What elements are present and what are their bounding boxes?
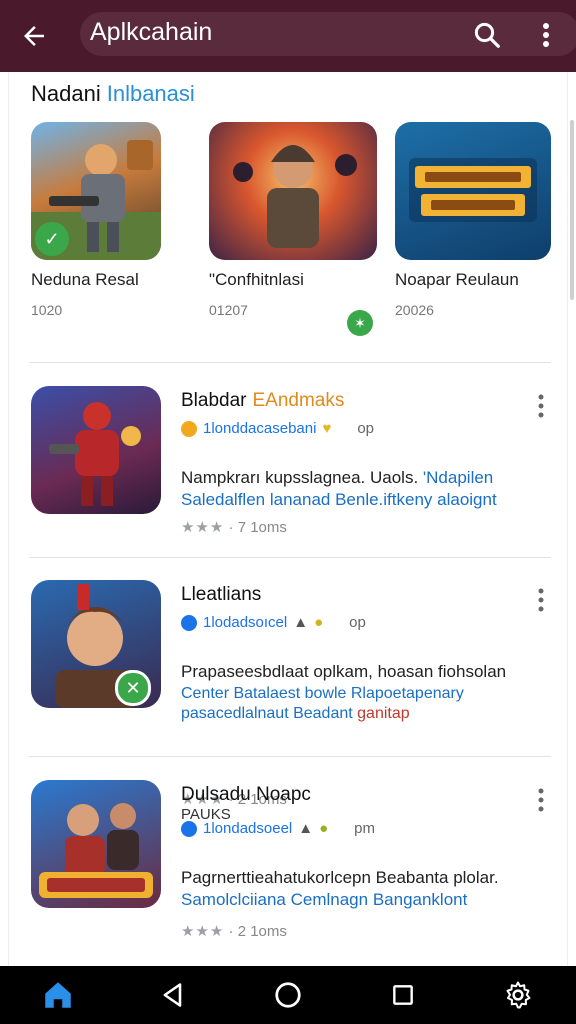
list-item[interactable]: Dulsadu Noapc PAUKS 1londadsoeel ▲ ● pm … (31, 780, 551, 940)
developer-line: 1londadsoeel ▲ ● pm (181, 820, 375, 837)
recents-nav-button[interactable] (379, 971, 427, 1019)
item-tag: pm (354, 820, 376, 837)
item-title-text: Lleatlians (181, 584, 262, 605)
list-item[interactable]: Blabdar EAndmaks 1londdacasebani ♥ op Nam… (31, 386, 551, 536)
featured-thumbnail: ✓ (31, 122, 161, 260)
developer-line: 1londdacasebani ♥ op (181, 420, 374, 437)
more-vertical-icon (538, 394, 544, 418)
developer-name[interactable]: 1londdacasebani (203, 420, 316, 437)
item-title-text: Dulsadu Noapc (181, 784, 311, 805)
overflow-menu-button[interactable] (530, 14, 562, 56)
featured-card[interactable]: Noapar Reulaun 20026 (395, 122, 551, 318)
desc-text: Nampkrarı kupsslagnea. Uaols. (181, 468, 419, 487)
featured-title-text: Nadani (31, 81, 101, 106)
item-description-line2: Center Batalaest bowle Rlapoetapenary pa… (181, 684, 521, 724)
app-icon (31, 386, 161, 514)
back-button[interactable] (12, 14, 56, 58)
settings-nav-button[interactable] (494, 971, 542, 1019)
row-divider (29, 756, 551, 757)
featured-thumbnail (395, 122, 551, 260)
app-icon (31, 780, 161, 908)
developer-name[interactable]: 1londadsoeel (203, 820, 292, 837)
featured-meta: 01207 (209, 302, 248, 318)
featured-card[interactable]: "Confhitnlasi ✶ 01207 (209, 122, 377, 336)
home-nav-button[interactable] (264, 971, 312, 1019)
item-menu-button[interactable] (531, 584, 551, 616)
desc-link[interactable]: 'Ndapilen (423, 468, 493, 487)
stars-icon: ★★★ (181, 519, 225, 536)
back-nav-button[interactable] (149, 971, 197, 1019)
verified-badge-icon (181, 820, 197, 837)
item-description-line1: Prapaseesbdlaat oplkam, hoasan fiohsolan (181, 662, 507, 681)
home-button[interactable] (34, 971, 82, 1019)
featured-card[interactable]: ✓ Neduna Resal 1020 (31, 122, 187, 318)
game-art-image (39, 803, 153, 898)
game-logo-image (409, 158, 537, 222)
search-button[interactable] (466, 14, 508, 56)
item-description-line2: Saledalflen lananad Benle.iftkeny alaoig… (181, 490, 497, 509)
gear-icon (506, 981, 531, 1009)
desc-highlight: ganitap (357, 705, 410, 722)
search-icon (474, 22, 500, 48)
item-title: Lleatlians (181, 584, 261, 606)
top-app-bar: Aplkcahain (0, 0, 576, 72)
item-title: Blabdar EAndmaks (181, 390, 344, 412)
check-badge-icon: ✓ (35, 222, 69, 256)
featured-name: Noapar Reulaun (395, 270, 519, 289)
item-menu-button[interactable] (531, 784, 551, 816)
item-tag: op (349, 614, 366, 631)
trophy-icon: ● (319, 820, 329, 837)
featured-thumbnail (209, 122, 377, 260)
featured-section-title: Nadani Inlbanasi (31, 81, 195, 107)
verified-badge-icon (181, 614, 197, 631)
featured-title-accent: Inlbanasi (106, 81, 195, 106)
item-title-text: Blabdar (181, 390, 247, 411)
item-title: Dulsadu Noapc (181, 784, 311, 806)
circle-home-icon (275, 982, 301, 1008)
featured-meta: 1020 (31, 302, 63, 318)
system-nav-bar (0, 966, 576, 1024)
item-title-accent: EAndmaks (252, 390, 345, 411)
more-vertical-icon (538, 588, 544, 612)
trophy-icon: ● (314, 614, 324, 631)
rating-text: 7 1oms (237, 519, 287, 536)
developer-badge-icon (181, 420, 197, 437)
scrollbar[interactable] (570, 120, 574, 300)
square-recents-icon (393, 985, 414, 1005)
stars-icon: ★★★ (181, 923, 225, 940)
gamepad-badge-icon: ✕ (115, 670, 151, 706)
game-art-image (49, 402, 141, 506)
triangle-back-icon (163, 983, 182, 1007)
item-menu-button[interactable] (531, 390, 551, 422)
item-description-line2: Samolclciiana Cemlnagn Banganklont (181, 890, 468, 909)
rating: ★★★ · 2 1oms (181, 923, 287, 940)
heart-icon: ♥ (322, 420, 332, 437)
section-divider (29, 362, 551, 363)
main-content: Nadani Inlbanasi ✓ Neduna Resal 1020 "Co… (8, 72, 568, 966)
featured-meta: 20026 (395, 302, 434, 318)
featured-name: Neduna Resal (31, 270, 139, 289)
app-icon: ✕ (31, 580, 161, 708)
item-description-line1: Nampkrarı kupsslagnea. Uaols. 'Ndapilen (181, 468, 493, 488)
more-vertical-icon (538, 788, 544, 812)
developer-name[interactable]: 1lodadsoıcel (203, 614, 287, 631)
game-art-image (233, 145, 357, 248)
row-divider (29, 557, 551, 558)
app-title: Aplkcahain (90, 18, 213, 46)
developer-line: 1lodadsoıcel ▲ ● op (181, 614, 366, 631)
featured-name: "Confhitnlasi (209, 270, 304, 289)
home-icon (44, 982, 71, 1008)
arrow-left-icon (24, 26, 44, 46)
desc-text: Center Batalaest bowle Rlapoetapenary pa… (181, 685, 464, 722)
rating: ★★★ · 7 1oms (181, 519, 287, 536)
list-item[interactable]: ✕ Lleatlians 1lodadsoıcel ▲ ● op Prapase… (31, 580, 551, 808)
controller-icon: ▲ (298, 820, 314, 837)
item-description-line1: Pagrnerttieahatukorlcepn Beabanta plolar… (181, 868, 499, 887)
rating-text: 2 1oms (237, 923, 287, 940)
star-badge-icon: ✶ (347, 310, 373, 336)
item-tag: op (357, 420, 375, 437)
controller-icon: ▲ (293, 614, 309, 631)
more-vertical-icon (543, 23, 549, 47)
